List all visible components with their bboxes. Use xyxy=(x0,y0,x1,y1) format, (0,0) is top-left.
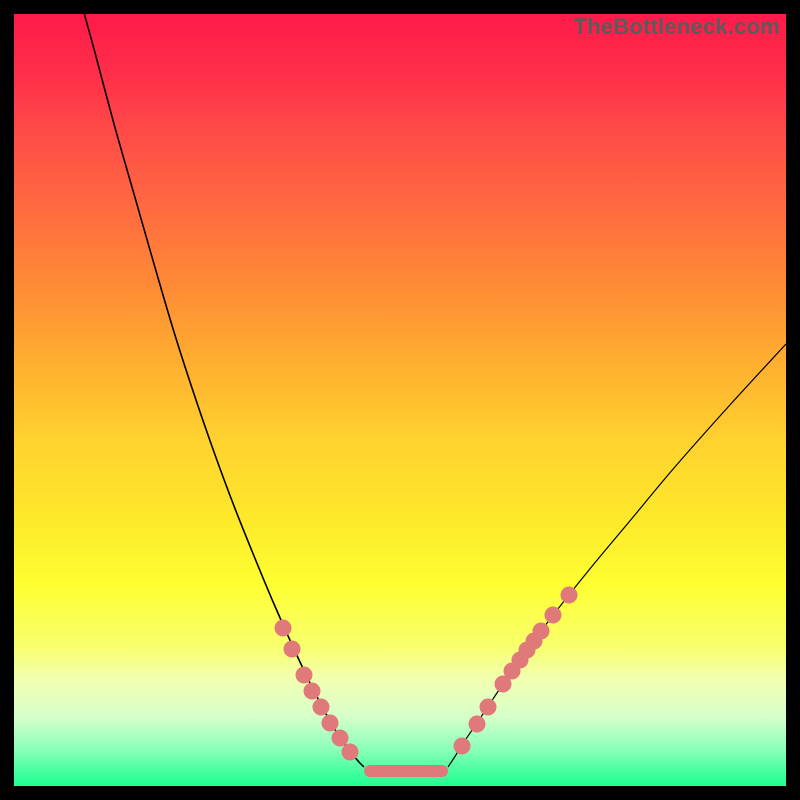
data-point-marker xyxy=(454,738,471,755)
data-point-marker xyxy=(332,730,349,747)
data-point-marker xyxy=(275,620,292,637)
data-point-marker xyxy=(342,744,359,761)
data-markers xyxy=(275,587,578,761)
data-point-marker xyxy=(313,699,330,716)
data-point-marker xyxy=(561,587,578,604)
data-point-marker xyxy=(480,699,497,716)
data-point-marker xyxy=(296,667,313,684)
data-point-marker xyxy=(545,607,562,624)
curve-right-branch xyxy=(448,344,786,767)
data-point-marker xyxy=(284,641,301,658)
data-point-marker xyxy=(533,623,550,640)
data-point-marker xyxy=(322,715,339,732)
min-plateau-bar xyxy=(364,765,448,777)
data-point-marker xyxy=(469,716,486,733)
chart-frame: TheBottleneck.com xyxy=(14,14,786,786)
curve-left-branch xyxy=(76,14,364,767)
plot-svg xyxy=(14,14,786,786)
data-point-marker xyxy=(304,683,321,700)
